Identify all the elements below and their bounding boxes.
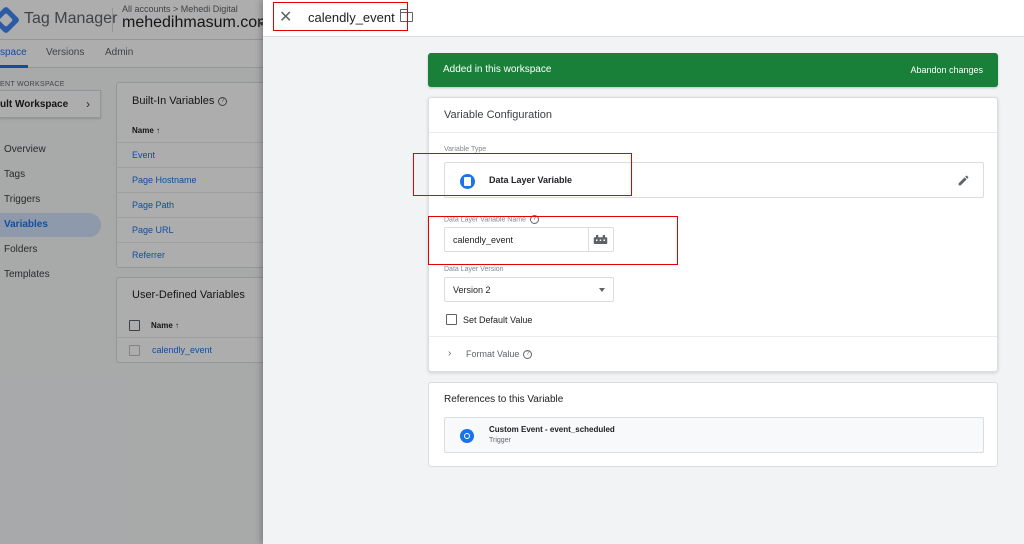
reference-name: Custom Event - event_scheduled — [489, 425, 615, 434]
set-default-value-label[interactable]: Set Default Value — [463, 315, 532, 325]
panel-header: ✕ calendly_event — [263, 0, 1024, 37]
help-icon[interactable]: ? — [529, 215, 539, 224]
divider — [429, 336, 997, 337]
references-card: References to this Variable Custom Event… — [428, 382, 998, 467]
dl-version-value: Version 2 — [453, 285, 491, 295]
close-icon[interactable]: ✕ — [279, 8, 292, 28]
divider — [588, 228, 589, 251]
divider — [429, 132, 997, 133]
variable-name-title[interactable]: calendly_event — [308, 10, 395, 25]
variable-configuration-card: Variable Configuration Variable Type Dat… — [428, 97, 998, 372]
variable-picker-icon[interactable] — [593, 234, 608, 245]
format-value-toggle[interactable]: Format Value? — [466, 349, 533, 360]
references-title: References to this Variable — [444, 394, 564, 405]
custom-event-trigger-icon — [460, 429, 474, 443]
pencil-icon[interactable] — [957, 174, 970, 187]
dl-variable-name-input[interactable] — [445, 228, 588, 251]
reference-type: Trigger — [489, 437, 511, 444]
variable-type-selector[interactable]: Data Layer Variable — [444, 162, 984, 198]
variable-editor-panel: ✕ calendly_event Added in this workspace… — [263, 0, 1024, 544]
dl-variable-name-field[interactable] — [444, 227, 614, 252]
list-item[interactable]: Custom Event - event_scheduled Trigger — [444, 417, 984, 453]
data-layer-variable-icon — [460, 174, 475, 189]
variable-type-name: Data Layer Variable — [489, 175, 573, 185]
modal-scrim[interactable] — [0, 0, 263, 544]
abandon-changes-button[interactable]: Abandon changes — [910, 65, 983, 75]
chevron-right-icon[interactable]: › — [448, 348, 451, 359]
set-default-value-checkbox[interactable] — [446, 314, 457, 325]
help-icon[interactable]: ? — [523, 350, 533, 360]
format-value-label: Format Value — [466, 349, 520, 359]
configuration-title: Variable Configuration — [444, 109, 553, 121]
folder-icon[interactable] — [399, 9, 413, 22]
workspace-status-banner: Added in this workspace Abandon changes — [428, 53, 998, 87]
variable-type-label: Variable Type — [444, 146, 487, 153]
dl-version-select[interactable]: Version 2 — [444, 277, 614, 302]
dl-version-label: Data Layer Version — [444, 266, 504, 273]
dl-variable-name-label-text: Data Layer Variable Name — [444, 216, 526, 224]
caret-down-icon — [599, 288, 605, 292]
banner-text: Added in this workspace — [443, 64, 552, 75]
dl-variable-name-label: Data Layer Variable Name? — [444, 215, 539, 224]
